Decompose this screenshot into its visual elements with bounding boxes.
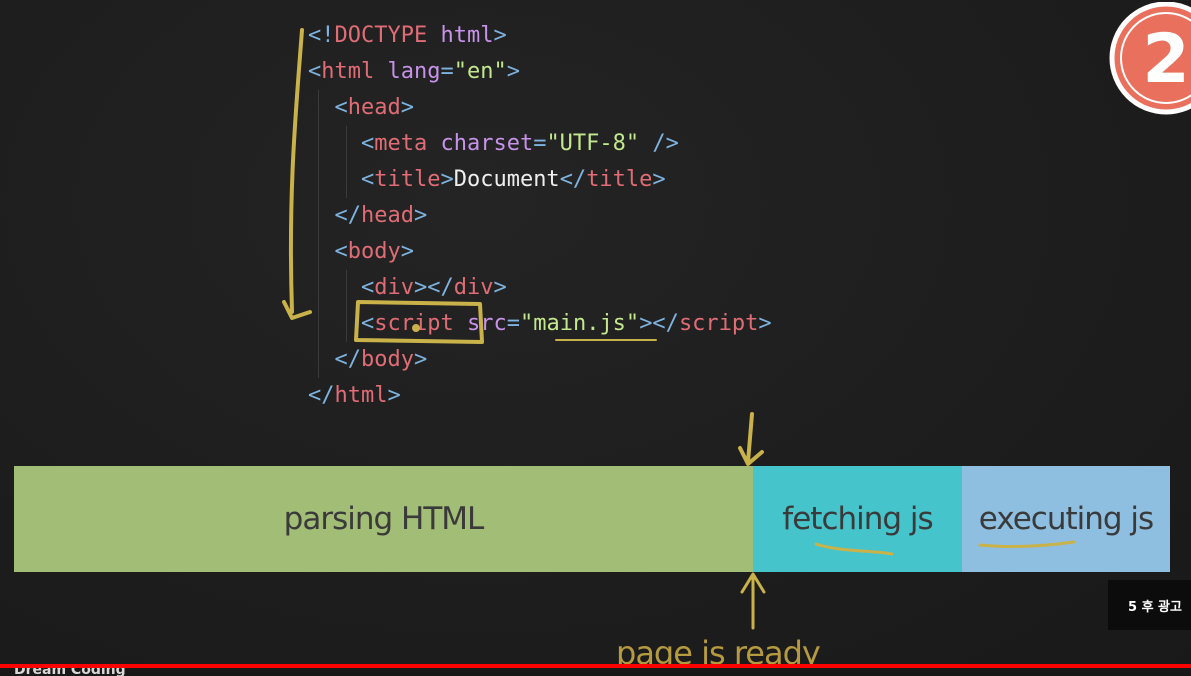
code-token: < — [308, 59, 322, 84]
flow-arrow-icon — [288, 28, 304, 314]
ready-arrowhead-icon — [740, 572, 766, 594]
code-token: head — [361, 203, 414, 228]
code-token: > — [400, 239, 414, 264]
code-token: < — [334, 95, 348, 120]
code-token: = — [533, 131, 547, 156]
code-line: <html lang="en"> — [308, 54, 772, 90]
code-token: < — [360, 131, 375, 156]
code-token: ></ — [639, 311, 679, 336]
code-token: > — [493, 23, 507, 48]
parsing-html-segment: parsing HTML — [14, 466, 753, 572]
code-token: div — [374, 275, 414, 300]
code-token: </ — [334, 347, 362, 372]
code-line: </body> — [308, 342, 772, 378]
boundary-arrowhead-icon — [738, 446, 764, 466]
code-token: lang — [387, 59, 441, 84]
code-token: script — [374, 311, 454, 336]
code-token: </ — [559, 167, 587, 192]
code-token: body — [347, 239, 401, 264]
code-token: > — [413, 347, 428, 372]
code-line: </head> — [308, 198, 772, 234]
code-line: <title>Document</title> — [308, 162, 772, 198]
code-token: /> — [652, 131, 679, 156]
ad-countdown[interactable]: 5 후 광고 — [1108, 580, 1191, 630]
code-snippet: <!DOCTYPE html> <html lang="en"> <head> <… — [308, 18, 772, 414]
fetching-js-label: fetching js — [782, 501, 933, 537]
code-token: html — [334, 383, 388, 408]
code-token: > — [413, 203, 428, 228]
code-token: title — [374, 167, 441, 192]
parsing-html-label: parsing HTML — [283, 501, 485, 537]
code-line: <div></div> — [308, 270, 772, 306]
fetching-js-segment: fetching js — [753, 466, 962, 572]
channel-name[interactable]: Dream Coding — [14, 668, 126, 676]
code-token: > — [758, 311, 772, 336]
step-number: 2 — [1142, 20, 1189, 99]
code-token: < — [334, 239, 348, 264]
code-token: DOCTYPE — [334, 23, 428, 48]
code-token: "main.js" — [519, 311, 640, 336]
code-token: Document — [453, 167, 560, 192]
code-line: </html> — [308, 378, 772, 414]
code-token: > — [387, 383, 401, 408]
step-badge: 2 — [1109, 2, 1191, 115]
code-token: <! — [308, 23, 335, 48]
code-token: "en" — [453, 59, 507, 84]
code-line: <!DOCTYPE html> — [308, 18, 772, 54]
executing-js-segment: executing js — [962, 466, 1170, 572]
code-token: ></ — [413, 275, 454, 300]
code-token: script — [678, 311, 759, 336]
code-token: = — [440, 59, 454, 84]
video-frame[interactable]: <!DOCTYPE html> <html lang="en"> <head> <… — [0, 0, 1191, 676]
code-token: title — [586, 167, 653, 192]
code-token: < — [360, 275, 375, 300]
code-token: > — [440, 167, 454, 192]
code-token: > — [652, 167, 666, 192]
code-token: < — [360, 311, 375, 336]
code-token: charset — [440, 131, 534, 156]
code-token: html — [440, 23, 494, 48]
code-line: <script src="main.js"></script> — [308, 306, 772, 342]
ad-countdown-text: 5 후 광고 — [1128, 599, 1182, 615]
code-token: body — [361, 347, 414, 372]
code-token: src — [466, 311, 507, 336]
code-token: meta — [374, 131, 428, 156]
code-line: <head> — [308, 90, 772, 126]
code-token: </ — [334, 203, 362, 228]
channel-strip: Dream Coding — [0, 668, 1191, 676]
code-line: <meta charset="UTF-8" /> — [308, 126, 772, 162]
code-token: html — [321, 59, 375, 84]
code-token: "UTF-8" — [546, 131, 640, 156]
code-token: head — [347, 95, 401, 120]
code-line: <body> — [308, 234, 772, 270]
code-token: > — [506, 59, 520, 84]
flow-arrowhead-icon — [282, 300, 312, 320]
code-token: > — [400, 95, 414, 120]
boundary-arrow-icon — [746, 412, 754, 464]
code-token: = — [506, 311, 520, 336]
loading-timeline: parsing HTML fetching js executing js — [14, 466, 1170, 572]
code-token: div — [453, 275, 494, 300]
code-token: < — [360, 167, 375, 192]
code-token: </ — [308, 383, 335, 408]
code-token: > — [493, 275, 507, 300]
executing-js-label: executing js — [978, 501, 1154, 537]
